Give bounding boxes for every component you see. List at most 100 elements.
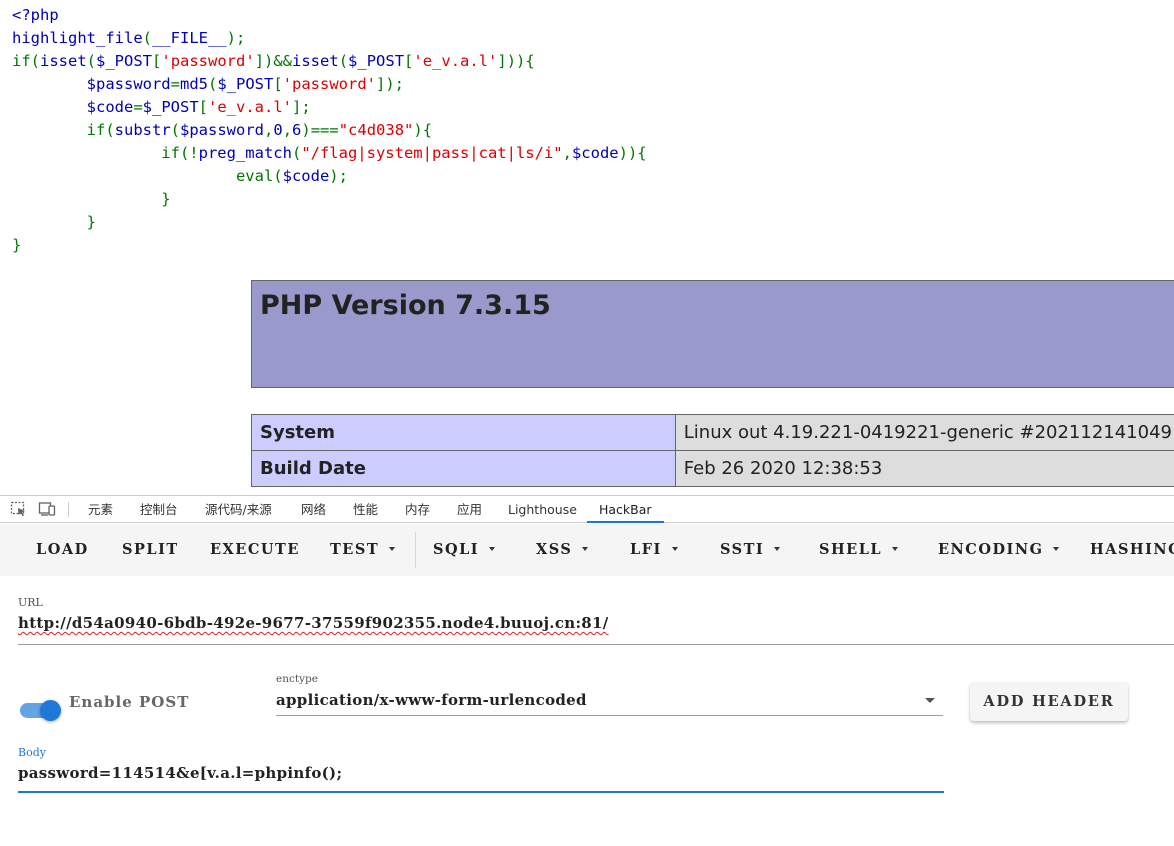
enctype-value: application/x-www-form-urlencoded — [276, 691, 587, 709]
code-token: ( — [208, 75, 218, 93]
toggle-knob[interactable] — [40, 700, 61, 721]
hashing-menu-button[interactable]: HASHING — [1090, 524, 1174, 576]
execute-button[interactable]: EXECUTE — [210, 524, 300, 576]
code-token: $code — [282, 167, 330, 185]
tab-hackbar[interactable]: HackBar — [587, 496, 664, 523]
table-row: System Linux out 4.19.221-0419221-generi… — [251, 414, 1174, 451]
code-token: 0 — [273, 121, 283, 139]
add-header-button[interactable]: ADD HEADER — [970, 682, 1128, 721]
code-token: isset — [40, 52, 87, 70]
code-token: = — [133, 98, 143, 116]
php-source-code: <?php highlight_file(__FILE__); if(isset… — [12, 4, 647, 257]
chevron-down-icon — [892, 547, 899, 551]
sqli-menu-button[interactable]: SQLI — [433, 524, 496, 576]
tabbar-divider — [68, 502, 69, 517]
code-token: substr — [114, 121, 171, 139]
tab-elements[interactable]: 元素 — [88, 496, 113, 523]
code-line: $password=md5($_POST['password']); — [12, 75, 404, 93]
code-token: ( — [291, 144, 302, 162]
toolbar-divider — [415, 532, 416, 568]
code-token: ); — [329, 167, 348, 185]
url-value: http://d54a0940-6bdb-492e-9677-37559f902… — [18, 614, 609, 632]
lfi-menu-button[interactable]: LFI — [630, 524, 678, 576]
url-input[interactable]: http://d54a0940-6bdb-492e-9677-37559f902… — [18, 614, 609, 632]
code-token: 6 — [292, 121, 302, 139]
hackbar-toolbar: LOAD SPLIT EXECUTE TEST SQLI XSS LFI SST… — [0, 524, 1174, 576]
code-token: } — [12, 236, 22, 254]
tab-console[interactable]: 控制台 — [140, 496, 178, 523]
code-token: md5 — [180, 75, 208, 93]
code-token: [ — [273, 75, 283, 93]
row-value-build-date: Feb 26 2020 12:38:53 — [674, 450, 1174, 487]
row-key-build-date: Build Date — [251, 450, 676, 487]
code-token: ); — [226, 29, 246, 47]
element-picker-icon[interactable] — [10, 501, 28, 517]
code-token: 'password' — [282, 75, 377, 93]
body-input-underline — [18, 791, 944, 793]
code-token: [ — [404, 52, 414, 70]
encoding-menu-button[interactable]: ENCODING — [938, 524, 1060, 576]
enctype-select[interactable]: application/x-www-form-urlencoded — [276, 691, 587, 709]
code-token: , — [562, 144, 572, 162]
code-line: } — [12, 236, 21, 254]
code-token: ( — [338, 52, 349, 70]
devtools-tabbar: 元素 控制台 源代码/来源 网络 性能 内存 应用 Lighthouse Hac… — [0, 495, 1174, 523]
enctype-label: enctype — [276, 673, 318, 685]
code-token: $password — [180, 121, 264, 139]
enable-post-label: Enable POST — [69, 693, 190, 711]
code-token: ( — [142, 29, 152, 47]
code-token: ){ — [413, 121, 433, 139]
code-line: <?php — [12, 6, 59, 24]
split-button[interactable]: SPLIT — [122, 524, 179, 576]
xss-menu-label: XSS — [536, 541, 573, 558]
chevron-down-icon — [1053, 547, 1060, 551]
code-token: ]); — [376, 75, 405, 93]
chevron-down-icon — [671, 547, 678, 551]
chevron-down-icon — [389, 547, 396, 551]
xss-menu-button[interactable]: XSS — [536, 524, 589, 576]
chevron-down-icon — [774, 547, 781, 551]
code-token: $password — [86, 75, 171, 93]
code-token: <?php — [12, 6, 59, 24]
select-dropdown-icon[interactable] — [925, 698, 935, 703]
code-token: $code — [571, 144, 619, 162]
execute-button-label: EXECUTE — [210, 541, 300, 558]
shell-menu-button[interactable]: SHELL — [819, 524, 899, 576]
code-token: if(! — [12, 144, 199, 162]
body-input[interactable]: password=114514&e[v.a.l=phpinfo(); — [18, 764, 342, 782]
tab-lighthouse[interactable]: Lighthouse — [508, 496, 577, 523]
code-token: ])){ — [497, 52, 535, 70]
lfi-menu-label: LFI — [630, 541, 662, 558]
tab-memory[interactable]: 内存 — [405, 496, 430, 523]
test-menu-button[interactable]: TEST — [330, 524, 396, 576]
tab-network[interactable]: 网络 — [301, 496, 326, 523]
body-value: password=114514&e[v.a.l=phpinfo(); — [18, 764, 343, 782]
code-token: ( — [86, 52, 97, 70]
shell-menu-label: SHELL — [819, 541, 883, 558]
code-token: "/flag|system|pass|cat|ls/i" — [301, 144, 563, 162]
code-token: } — [12, 190, 171, 208]
code-token: $_POST — [217, 75, 274, 93]
hashing-menu-label: HASHING — [1090, 541, 1174, 558]
tab-performance[interactable]: 性能 — [353, 496, 378, 523]
code-line: if(!preg_match("/flag|system|pass|cat|ls… — [12, 144, 647, 162]
ssti-menu-button[interactable]: SSTI — [720, 524, 781, 576]
code-token: [ — [152, 52, 162, 70]
chevron-down-icon — [582, 547, 589, 551]
sqli-menu-label: SQLI — [433, 541, 480, 558]
code-token: $code — [86, 98, 134, 116]
split-button-label: SPLIT — [122, 541, 179, 558]
device-toolbar-icon[interactable] — [38, 501, 56, 517]
url-input-underline — [18, 644, 1174, 645]
code-token: ])&& — [254, 52, 293, 70]
tab-application[interactable]: 应用 — [457, 496, 482, 523]
table-row: Build Date Feb 26 2020 12:38:53 — [251, 450, 1174, 487]
code-token: } — [12, 213, 96, 231]
enctype-select-underline — [276, 715, 943, 716]
tab-sources[interactable]: 源代码/来源 — [205, 496, 272, 523]
code-token: preg_match — [198, 144, 292, 162]
code-token: )){ — [618, 144, 647, 162]
code-token: __FILE__ — [152, 29, 227, 47]
load-button[interactable]: LOAD — [36, 524, 89, 576]
